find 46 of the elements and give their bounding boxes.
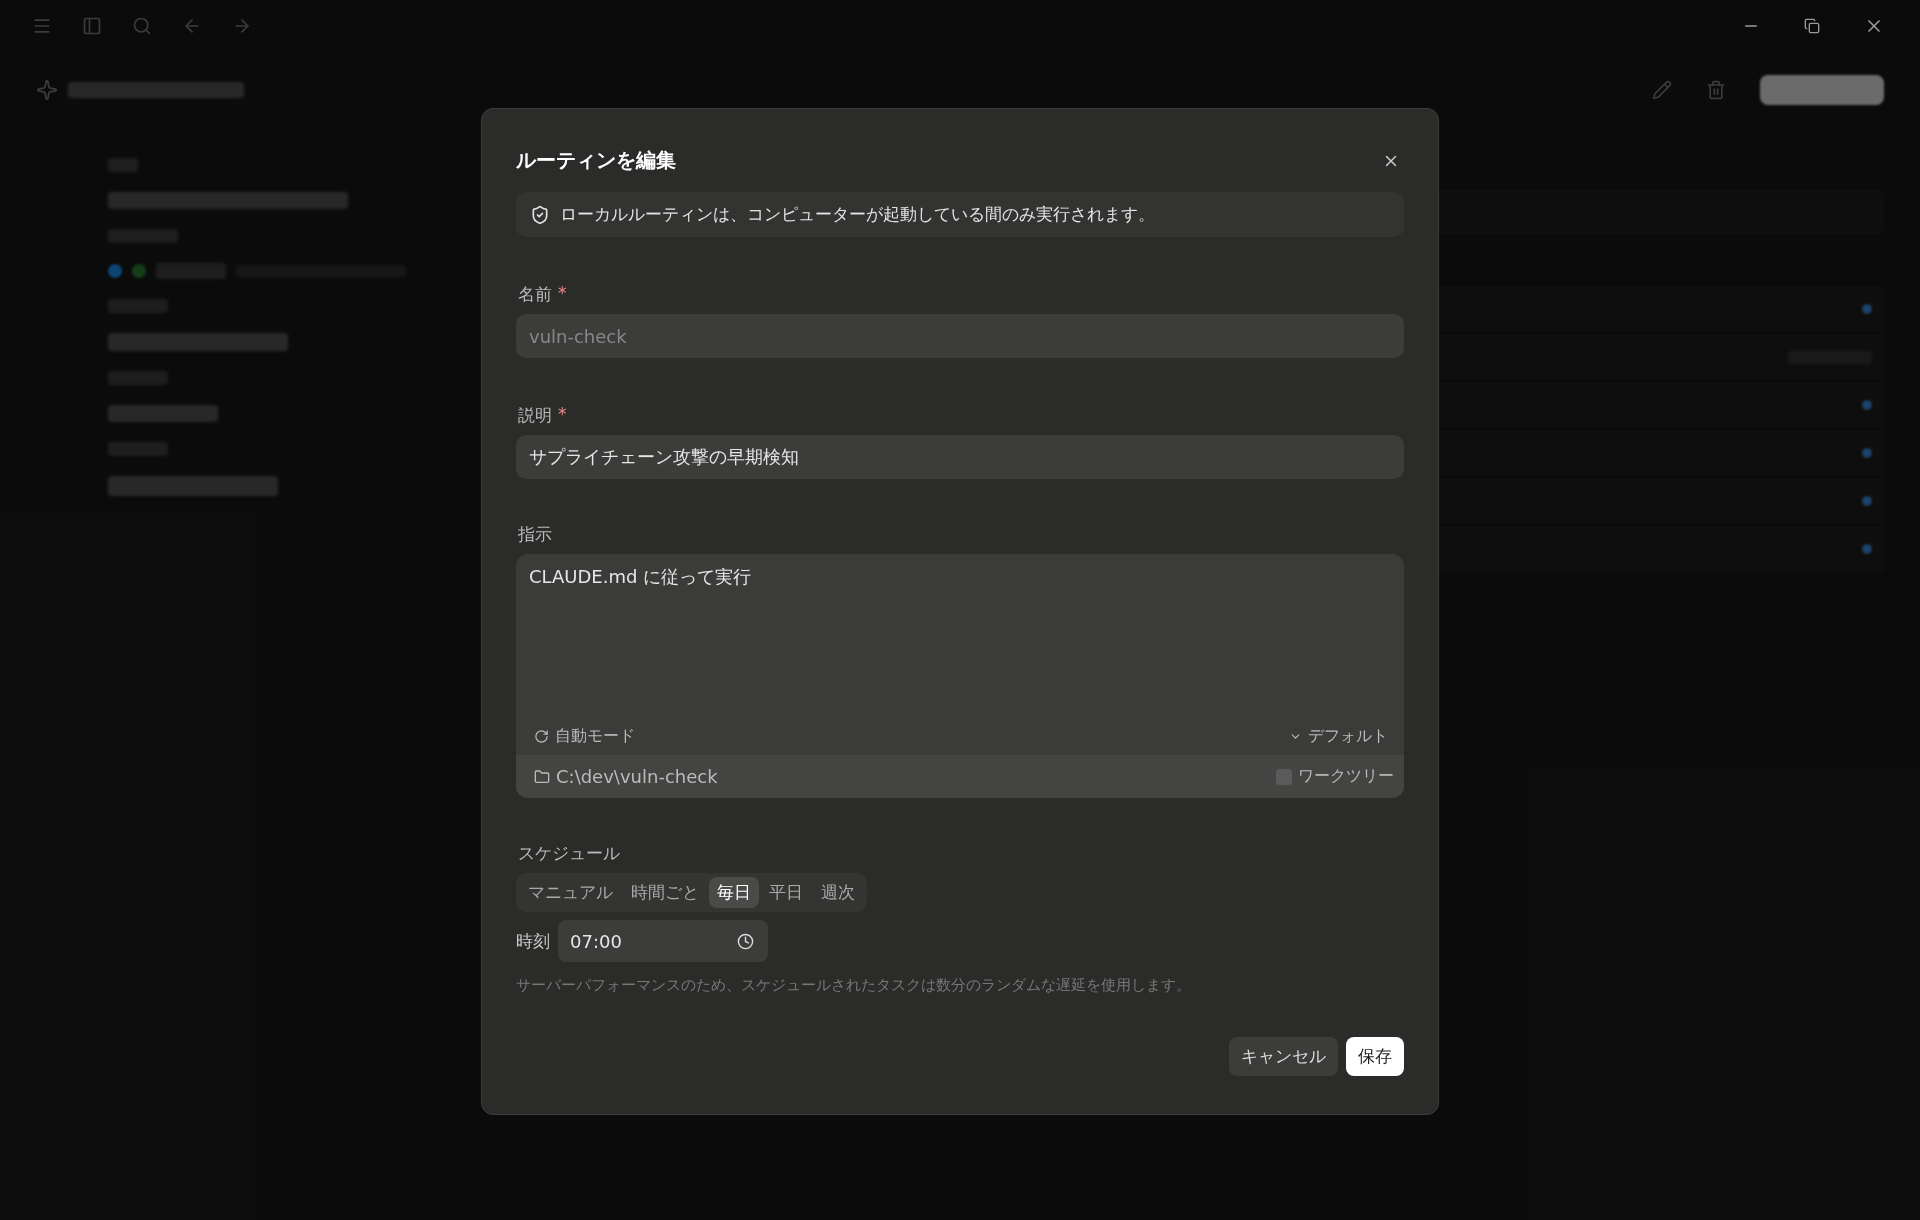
schedule-tab[interactable]: 平日 — [761, 877, 811, 908]
mode-button[interactable]: 自動モード — [534, 726, 635, 747]
toggle-dot[interactable] — [108, 264, 122, 278]
worktree-checkbox[interactable]: ワークツリー — [1276, 766, 1394, 787]
field-label: 指示 — [518, 523, 552, 546]
required-mark: * — [558, 283, 567, 305]
time-field[interactable]: 07:00 — [558, 920, 768, 962]
name-field[interactable]: vuln-check — [516, 314, 1404, 358]
status-dot — [1862, 496, 1872, 506]
dialog-title: ルーティンを編集 — [516, 147, 676, 174]
instructions-panel[interactable]: CLAUDE.md に従って実行 自動モード デフォルト C:\dev\vuln-check ワークツリー — [516, 554, 1404, 798]
save-button[interactable]: 保存 — [1346, 1037, 1404, 1076]
status-dot — [1862, 400, 1872, 410]
schedule-tab[interactable]: 時間ごと — [623, 877, 707, 908]
menu-icon[interactable] — [32, 16, 52, 36]
refresh-icon — [534, 729, 549, 744]
run-now-button[interactable] — [1760, 75, 1884, 105]
status-dot — [1862, 544, 1872, 554]
delete-icon[interactable] — [1706, 80, 1726, 100]
required-mark: * — [558, 404, 567, 426]
sparkle-icon — [36, 79, 58, 101]
notice-text: ローカルルーティンは、コンピューターが起動している間のみ実行されます。 — [560, 203, 1155, 226]
clock-icon — [737, 932, 754, 950]
schedule-tab[interactable]: 毎日 — [709, 877, 759, 908]
folder-icon — [534, 768, 550, 785]
status-dot — [1862, 304, 1872, 314]
field-label: 説明 — [518, 404, 552, 427]
model-button[interactable]: デフォルト — [1289, 726, 1388, 747]
time-label: 時刻 — [516, 929, 550, 953]
description-field[interactable]: サプライチェーン攻撃の早期検知 — [516, 435, 1404, 479]
sidebar-icon[interactable] — [82, 16, 102, 36]
status-dot — [1862, 448, 1872, 458]
edit-icon[interactable] — [1652, 80, 1672, 100]
time-input[interactable]: 07:00 — [570, 930, 690, 952]
hint-text: サーバーパフォーマンスのため、スケジュールされたタスクは数分のランダムな遅延を使用します。 — [516, 976, 1192, 995]
restore-icon[interactable] — [1804, 18, 1820, 34]
cancel-button[interactable]: キャンセル — [1229, 1037, 1338, 1076]
shield-check-icon — [530, 204, 550, 225]
schedule-tab[interactable]: 週次 — [813, 877, 863, 908]
instructions-field[interactable]: CLAUDE.md に従って実行 — [516, 554, 1404, 718]
folder-button[interactable]: C:\dev\vuln-check — [534, 766, 718, 787]
search-icon[interactable] — [132, 16, 152, 36]
field-label: 名前 — [518, 283, 552, 306]
field-label: スケジュール — [518, 842, 621, 865]
schedule-tab[interactable]: マニュアル — [520, 877, 621, 908]
status-dot — [132, 264, 146, 278]
